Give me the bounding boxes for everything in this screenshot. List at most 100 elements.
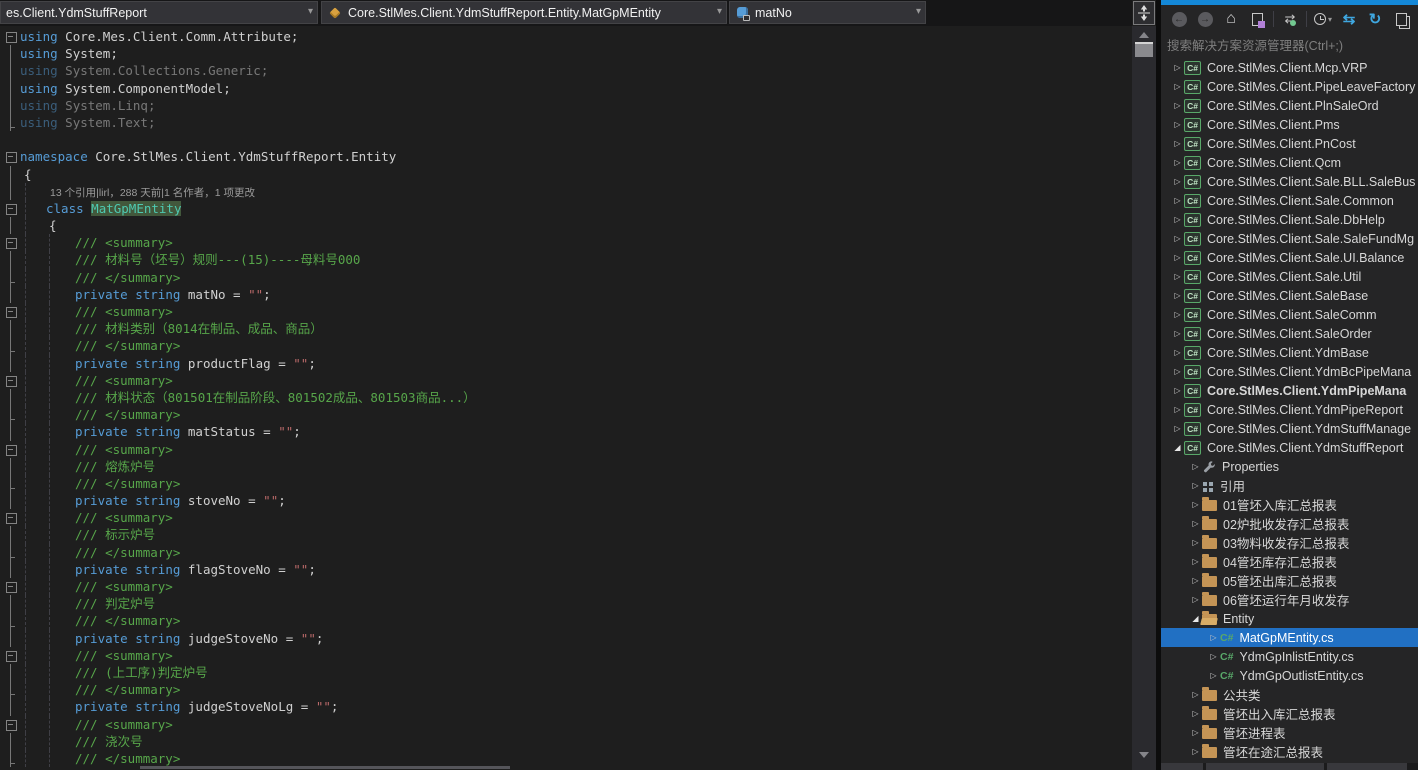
code-line-foldable[interactable]: /// <summary>: [0, 647, 1132, 664]
scroll-down-arrow-icon[interactable]: [1139, 752, 1149, 758]
expand-arrow-icon[interactable]: ▷: [1171, 115, 1184, 134]
collapse-all-icon[interactable]: [1391, 9, 1411, 29]
tree-item[interactable]: ▷Core.StlMes.Client.Qcm: [1161, 153, 1418, 172]
project-dropdown[interactable]: es.Client.YdmStuffReport ▾: [0, 1, 318, 24]
expand-arrow-icon[interactable]: ▷: [1189, 514, 1202, 533]
expand-arrow-icon[interactable]: ▷: [1189, 723, 1202, 742]
tree-item[interactable]: ▷02炉批收发存汇总报表: [1161, 514, 1418, 533]
tree-item[interactable]: ▷Core.StlMes.Client.Sale.Common: [1161, 191, 1418, 210]
tree-item[interactable]: ▷Core.StlMes.Client.Mcp.VRP: [1161, 58, 1418, 77]
tree-item[interactable]: ▷Core.StlMes.Client.YdmPipeReport: [1161, 400, 1418, 419]
tree-item[interactable]: ▷Core.StlMes.Client.YdmPipeMana: [1161, 381, 1418, 400]
tree-item[interactable]: ▷Core.StlMes.Client.PlnSaleOrd: [1161, 96, 1418, 115]
tree-item[interactable]: ◢Entity: [1161, 609, 1418, 628]
expand-arrow-icon[interactable]: ▷: [1189, 495, 1202, 514]
sync-with-active-document-icon[interactable]: ⇄: [1280, 9, 1300, 29]
editor-horizontal-scrollbar-thumb[interactable]: [140, 766, 510, 769]
code-line-foldable[interactable]: /// <summary>: [0, 441, 1132, 458]
expand-arrow-icon[interactable]: ▷: [1189, 742, 1202, 761]
expand-arrow-icon[interactable]: ▷: [1207, 647, 1220, 666]
editor-vertical-scrollbar[interactable]: [1132, 26, 1156, 770]
tree-item[interactable]: ▷MatGpMEntity.cs: [1161, 628, 1418, 647]
expand-arrow-icon[interactable]: ▷: [1189, 685, 1202, 704]
tree-item[interactable]: ▷Core.StlMes.Client.SaleBase: [1161, 286, 1418, 305]
tree-item[interactable]: ▷Core.StlMes.Client.Sale.Util: [1161, 267, 1418, 286]
code-line-foldable[interactable]: /// <summary>: [0, 578, 1132, 595]
expand-arrow-icon[interactable]: ▷: [1171, 305, 1184, 324]
expand-arrow-icon[interactable]: ▷: [1171, 267, 1184, 286]
expand-arrow-icon[interactable]: ▷: [1171, 210, 1184, 229]
expand-arrow-icon[interactable]: ▷: [1189, 704, 1202, 723]
expand-arrow-icon[interactable]: ▷: [1171, 324, 1184, 343]
code-editor[interactable]: using Core.Mes.Client.Comm.Attribute;usi…: [0, 26, 1132, 770]
expand-arrow-icon[interactable]: ▷: [1171, 343, 1184, 362]
tree-item[interactable]: ▷管坯进程表: [1161, 723, 1418, 742]
code-line-foldable[interactable]: namespace Core.StlMes.Client.YdmStuffRep…: [0, 148, 1132, 165]
home-icon[interactable]: ⌂: [1221, 9, 1241, 29]
collapse-arrow-icon[interactable]: ◢: [1189, 609, 1202, 628]
tree-item[interactable]: ▷05管坯出库汇总报表: [1161, 571, 1418, 590]
tree-item[interactable]: ▷Core.StlMes.Client.Sale.SaleFundMg: [1161, 229, 1418, 248]
tree-item[interactable]: ▷Core.StlMes.Client.SaleOrder: [1161, 324, 1418, 343]
collapse-arrow-icon[interactable]: ◢: [1171, 438, 1184, 457]
expand-arrow-icon[interactable]: ▷: [1171, 77, 1184, 96]
type-dropdown[interactable]: Core.StlMes.Client.YdmStuffReport.Entity…: [321, 1, 727, 24]
back-icon[interactable]: ←: [1169, 9, 1189, 29]
pending-changes-filter-icon[interactable]: ▾: [1313, 9, 1333, 29]
tree-item[interactable]: ▷Core.StlMes.Client.Sale.UI.Balance: [1161, 248, 1418, 267]
tree-item[interactable]: ▷Core.StlMes.Client.YdmBase: [1161, 343, 1418, 362]
forward-icon[interactable]: →: [1195, 9, 1215, 29]
tree-item[interactable]: ▷01管坯入库汇总报表: [1161, 495, 1418, 514]
tree-item[interactable]: ▷引用: [1161, 476, 1418, 495]
tree-item[interactable]: ▷Core.StlMes.Client.PnCost: [1161, 134, 1418, 153]
code-line-foldable[interactable]: /// <summary>: [0, 372, 1132, 389]
tree-item[interactable]: ▷Core.StlMes.Client.Sale.DbHelp: [1161, 210, 1418, 229]
code-line-foldable[interactable]: /// <summary>: [0, 303, 1132, 320]
bottom-tab[interactable]: [1161, 763, 1203, 770]
tree-item[interactable]: ◢Core.StlMes.Client.YdmStuffReport: [1161, 438, 1418, 457]
expand-arrow-icon[interactable]: ▷: [1171, 419, 1184, 438]
expand-arrow-icon[interactable]: ▷: [1171, 172, 1184, 191]
tree-item[interactable]: ▷Properties: [1161, 457, 1418, 476]
tree-item[interactable]: ▷Core.StlMes.Client.PipeLeaveFactory: [1161, 77, 1418, 96]
split-editor-button[interactable]: [1133, 1, 1155, 25]
tree-item[interactable]: ▷Core.StlMes.Client.SaleComm: [1161, 305, 1418, 324]
expand-arrow-icon[interactable]: ▷: [1171, 286, 1184, 305]
expand-arrow-icon[interactable]: ▷: [1171, 400, 1184, 419]
expand-arrow-icon[interactable]: ▷: [1189, 533, 1202, 552]
tree-item[interactable]: ▷Core.StlMes.Client.YdmBcPipeMana: [1161, 362, 1418, 381]
code-line-foldable[interactable]: class MatGpMEntity: [0, 200, 1132, 217]
code-line-foldable[interactable]: /// <summary>: [0, 234, 1132, 251]
expand-arrow-icon[interactable]: ▷: [1171, 381, 1184, 400]
expand-arrow-icon[interactable]: ▷: [1171, 96, 1184, 115]
update-icon[interactable]: ↻: [1365, 9, 1385, 29]
tree-item[interactable]: ▷Core.StlMes.Client.YdmStuffManage: [1161, 419, 1418, 438]
code-line-foldable[interactable]: /// <summary>: [0, 509, 1132, 526]
expand-arrow-icon[interactable]: ▷: [1171, 58, 1184, 77]
expand-arrow-icon[interactable]: ▷: [1189, 571, 1202, 590]
expand-arrow-icon[interactable]: ▷: [1207, 628, 1220, 647]
switch-views-icon[interactable]: [1247, 9, 1267, 29]
expand-arrow-icon[interactable]: ▷: [1171, 362, 1184, 381]
expand-arrow-icon[interactable]: ▷: [1189, 457, 1202, 476]
refresh-icon[interactable]: ⇆: [1339, 9, 1359, 29]
tree-item[interactable]: ▷管坯在途汇总报表: [1161, 742, 1418, 761]
tree-item[interactable]: ▷Core.StlMes.Client.Sale.BLL.SaleBus: [1161, 172, 1418, 191]
tree-item[interactable]: ▷YdmGpInlistEntity.cs: [1161, 647, 1418, 666]
bottom-tool-window-tabs[interactable]: [1161, 763, 1418, 770]
expand-arrow-icon[interactable]: ▷: [1189, 476, 1202, 495]
member-dropdown[interactable]: matNo ▾: [729, 1, 926, 24]
expand-arrow-icon[interactable]: ▷: [1171, 229, 1184, 248]
tree-item[interactable]: ▷YdmGpOutlistEntity.cs: [1161, 666, 1418, 685]
tree-item[interactable]: ▷06管坯运行年月收发存: [1161, 590, 1418, 609]
tree-item[interactable]: ▷公共类: [1161, 685, 1418, 704]
code-line-foldable[interactable]: using Core.Mes.Client.Comm.Attribute;: [0, 28, 1132, 45]
expand-arrow-icon[interactable]: ▷: [1171, 134, 1184, 153]
tree-item[interactable]: ▷04管坯库存汇总报表: [1161, 552, 1418, 571]
tree-item[interactable]: ▷管坯出入库汇总报表: [1161, 704, 1418, 723]
expand-arrow-icon[interactable]: ▷: [1171, 248, 1184, 267]
bottom-tab[interactable]: [1327, 763, 1407, 770]
expand-arrow-icon[interactable]: ▷: [1189, 552, 1202, 571]
code-line-foldable[interactable]: /// <summary>: [0, 716, 1132, 733]
expand-arrow-icon[interactable]: ▷: [1171, 153, 1184, 172]
